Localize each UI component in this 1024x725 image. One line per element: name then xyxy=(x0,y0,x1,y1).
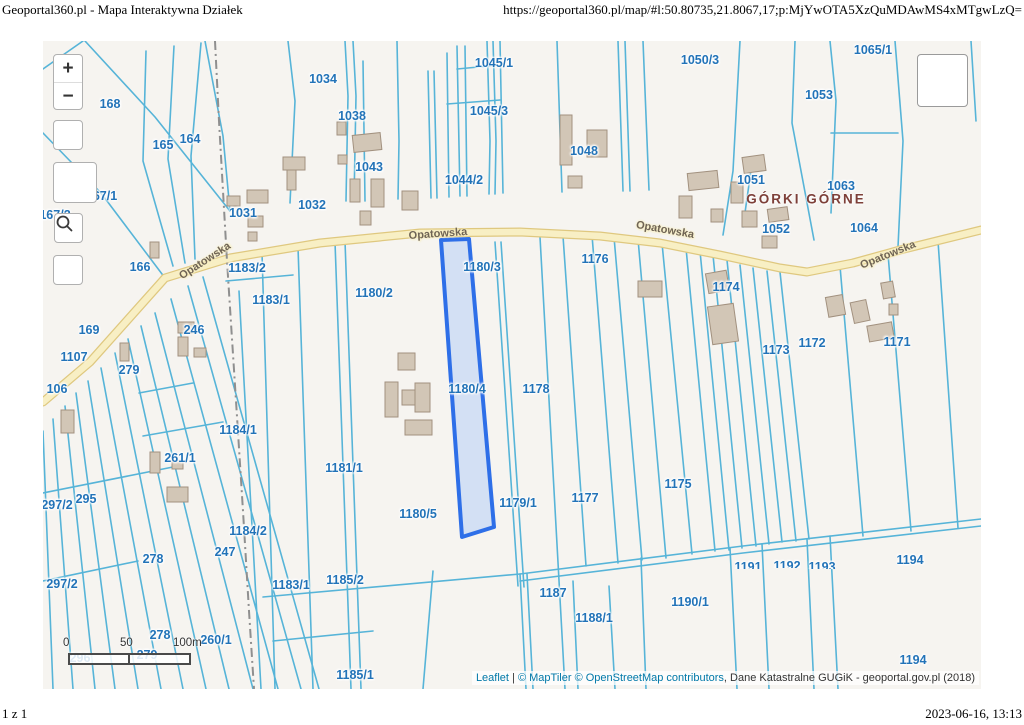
parcel-label: 1053 xyxy=(805,88,833,102)
parcel-label: 1052 xyxy=(762,222,790,236)
parcel-label: 1176 xyxy=(581,252,608,266)
parcel-label: 1183/1 xyxy=(252,293,290,307)
parcel-label: 1180/2 xyxy=(355,286,393,300)
parcel-label: 1188/1 xyxy=(575,611,613,625)
zoom-control: + − xyxy=(53,54,83,110)
parcel-label: 279 xyxy=(119,363,140,377)
parcel-label: 168 xyxy=(100,97,121,111)
parcel-label: 1183/2 xyxy=(228,261,266,275)
map-tool-button-2[interactable] xyxy=(53,162,97,203)
parcel-label: 1190/1 xyxy=(671,595,709,609)
parcel-label: 247 xyxy=(215,545,236,559)
parcel-label: 1045/3 xyxy=(470,104,508,118)
map-corner-panel[interactable] xyxy=(917,54,968,107)
parcel-label: 1180/5 xyxy=(399,507,437,521)
scale-tick-0: 0 xyxy=(63,637,69,649)
zoom-out-button[interactable]: − xyxy=(54,83,82,110)
parcel-label: 1064 xyxy=(850,221,878,235)
search-button[interactable] xyxy=(54,213,83,243)
search-icon xyxy=(55,214,74,233)
parcel-label: 1045/1 xyxy=(475,56,513,70)
parcel-label: 1171 xyxy=(883,335,910,349)
scale-bar: 0 50 100m xyxy=(63,637,203,665)
parcel-label: 164 xyxy=(180,132,201,146)
parcel-label: 278 xyxy=(143,552,164,566)
parcel-label: 1051 xyxy=(737,173,765,187)
parcel-label: 1194 xyxy=(899,653,926,667)
parcel-label: 1043 xyxy=(355,160,383,174)
parcel-label: 1185/1 xyxy=(336,668,374,682)
parcel-label: 165 xyxy=(153,138,174,152)
map-tool-button-1[interactable] xyxy=(53,120,83,150)
parcel-label: 260/1 xyxy=(200,633,231,647)
parcel-label: 1187 xyxy=(539,586,566,600)
parcel-label: 297/2 xyxy=(43,498,73,512)
scale-tick-50: 50 xyxy=(120,637,133,649)
parcel-label: 295 xyxy=(76,492,97,506)
parcel-label: 1191 xyxy=(734,560,761,569)
parcel-label: 1107 xyxy=(60,350,87,364)
map[interactable]: 16816516467/1167/21661183/21183/11692461… xyxy=(43,41,981,689)
parcel-label: 261/1 xyxy=(164,451,195,465)
parcel-label: 1185/2 xyxy=(326,573,364,587)
parcel-label: 1178 xyxy=(522,382,549,396)
parcel-label: 1194 xyxy=(896,553,923,567)
parcel-label: 1184/2 xyxy=(229,524,267,538)
parcel-label: 1172 xyxy=(798,336,825,350)
parcel-label: 1175 xyxy=(664,477,691,491)
parcel-label: 1050/3 xyxy=(681,53,719,67)
parcel-label: 1192 xyxy=(773,559,800,568)
parcel-label: 1034 xyxy=(309,72,337,86)
print-footer-timestamp: 2023-06-16, 13:13 xyxy=(925,706,1022,722)
map-tool-button-3[interactable] xyxy=(53,255,83,285)
attribution-link[interactable]: © OpenStreetMap contributors xyxy=(575,672,724,684)
parcel-label: 1181/1 xyxy=(325,461,363,475)
parcel-label: 1193 xyxy=(808,560,835,569)
parcel-label: 169 xyxy=(79,323,100,337)
parcel-label: 1179/1 xyxy=(499,496,537,510)
parcel-label: 1174 xyxy=(712,280,739,294)
parcel-label: 1180/3 xyxy=(463,260,501,274)
print-header-title: Geoportal360.pl - Mapa Interaktywna Dzia… xyxy=(2,2,243,18)
parcel-label: 246 xyxy=(184,323,205,337)
parcel-label: 1032 xyxy=(298,198,326,212)
attribution-link[interactable]: Leaflet xyxy=(476,672,509,684)
parcel-label: 1048 xyxy=(570,144,598,158)
parcel-label: 1038 xyxy=(338,109,366,123)
scale-bar-rule xyxy=(68,653,191,665)
attribution-link[interactable]: © MapTiler xyxy=(518,672,572,684)
print-preview-page: Geoportal360.pl - Mapa Interaktywna Dzia… xyxy=(0,0,1024,725)
print-header-url: https://geoportal360.pl/map/#l:50.80735,… xyxy=(503,2,1022,18)
place-label-gorki-gorne: GÓRKI GÓRNE xyxy=(746,192,866,207)
parcel-label: 166 xyxy=(130,260,151,274)
attribution-text: | xyxy=(509,672,518,684)
parcel-label: 1044/2 xyxy=(445,173,483,187)
parcel-label: 297/2 xyxy=(46,577,77,591)
attribution-text: , Dane Katastralne GUGiK - geoportal.gov… xyxy=(724,672,975,684)
scale-tick-100m: 100m xyxy=(173,637,202,649)
parcel-label: 1173 xyxy=(762,343,789,357)
parcel-label: 1177 xyxy=(571,491,598,505)
parcel-label: 1031 xyxy=(229,206,257,220)
print-footer-page-number: 1 z 1 xyxy=(2,706,27,722)
zoom-in-button[interactable]: + xyxy=(54,55,82,83)
map-attribution: Leaflet | © MapTiler © OpenStreetMap con… xyxy=(472,671,979,685)
parcel-label: 1183/1 xyxy=(272,578,310,592)
parcel-label: 1065/1 xyxy=(854,43,892,57)
parcel-label: 1184/1 xyxy=(219,423,257,437)
admin-boundary-line xyxy=(215,41,254,689)
parcel-label: 106 xyxy=(47,382,68,396)
parcel-label: 1180/4 xyxy=(448,382,486,396)
